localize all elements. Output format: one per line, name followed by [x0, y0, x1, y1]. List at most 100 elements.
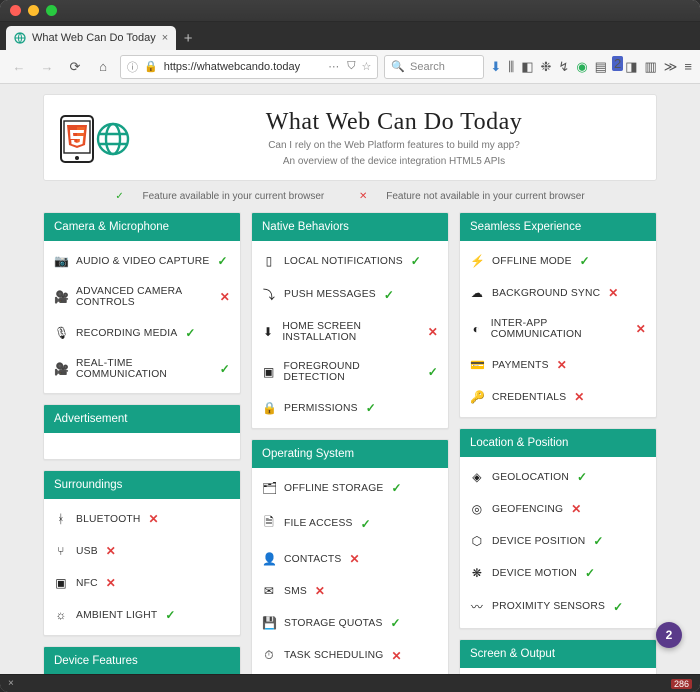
feature-label: GEOLOCATION [492, 472, 569, 483]
card: Screen & Output▣VIRTUAL & AUGMENTED REAL… [459, 639, 657, 674]
feature-icon: ⬇ [262, 325, 274, 339]
feature-item[interactable]: 🔒PERMISSIONS✓ [252, 392, 448, 424]
overflow-icon[interactable]: ≫ [664, 59, 678, 75]
sidebar-icon[interactable]: ◨ [625, 59, 637, 75]
x-icon: ✕ [608, 286, 618, 300]
page-viewport[interactable]: What Web Can Do Today Can I rely on the … [0, 84, 700, 674]
feature-icon: 🗎 [262, 513, 276, 534]
home-button[interactable]: ⌂ [92, 56, 114, 78]
extension-icon[interactable]: ↯ [558, 59, 569, 75]
card-body: 🗂OFFLINE STORAGE✓ 🗎 FILE ACCESS ✓ 👤CONTACTS✕… [252, 468, 448, 674]
search-box[interactable]: 🔍 Search [384, 55, 484, 79]
feature-label: OFFLINE MODE [492, 256, 572, 267]
x-icon: ✕ [106, 544, 116, 558]
x-icon: ✕ [571, 502, 581, 516]
extension-icon[interactable]: ◉ [576, 59, 587, 75]
feature-item[interactable]: 💳PAYMENTS✕ [460, 349, 656, 381]
feature-label: AMBIENT LIGHT [76, 610, 157, 621]
feature-item[interactable]: ⬇ HOME SCREEN INSTALLATION ✕ [252, 312, 448, 352]
feature-item[interactable]: ▣FOREGROUND DETECTION✓ [252, 352, 448, 392]
feature-icon: ◐ [470, 322, 483, 336]
feature-item[interactable]: 🗎FILE ACCESS✓ [252, 504, 448, 543]
feature-item[interactable]: 💾STORAGE QUOTAS✓ [252, 607, 448, 639]
feature-icon: 🔒 [262, 401, 276, 415]
card: SurroundingsᚼBLUETOOTH✕⑂USB✕▣NFC✕☼AMBIEN… [43, 470, 241, 636]
feature-icon: ⤵ [262, 286, 276, 303]
check-icon: ✓ [580, 254, 590, 268]
feature-item[interactable]: ▣NFC✕ [44, 567, 240, 599]
status-close[interactable]: × [8, 678, 14, 689]
feature-item[interactable]: ▣VIRTUAL & AUGMENTED REALITY✕ [460, 672, 656, 674]
feature-item[interactable]: ⬡DEVICE POSITION✓ [460, 525, 656, 557]
feature-item[interactable]: 🔑CREDENTIALS✕ [460, 381, 656, 413]
menu-icon[interactable]: ≡ [684, 59, 692, 74]
feature-label: DEVICE MOTION [492, 568, 577, 579]
feature-item[interactable]: 🎙RECORDING MEDIA✓ [44, 317, 240, 349]
feature-item[interactable]: 👤CONTACTS✕ [252, 543, 448, 575]
feature-label: FILE ACCESS [284, 518, 353, 529]
feature-label: HOME SCREEN INSTALLATION [282, 321, 419, 343]
maximize-window-button[interactable] [46, 5, 57, 16]
check-icon: ✓ [218, 254, 228, 268]
feature-label: PERMISSIONS [284, 403, 358, 414]
feature-item[interactable]: ⚡OFFLINE MODE✓ [460, 245, 656, 277]
feature-item[interactable]: ☁BACKGROUND SYNC✕ [460, 277, 656, 309]
card-body: ▣VIRTUAL & AUGMENTED REALITY✕⛶FULLSCREEN… [460, 668, 656, 674]
page-actions-icon[interactable]: ⋯ [328, 60, 341, 73]
feature-item[interactable]: ◈GEOLOCATION✓ [460, 461, 656, 493]
hero-logo [60, 115, 130, 163]
x-icon: ✕ [359, 191, 367, 202]
feature-item[interactable]: ⤵PUSH MESSAGES✓ [252, 277, 448, 312]
feature-item[interactable]: 🎥ADVANCED CAMERA CONTROLS✕ [44, 277, 240, 317]
card: Device Features◎NETWORK TYPE & SPEED✕◢ON… [43, 646, 241, 674]
close-tab-button[interactable]: × [162, 32, 168, 44]
feature-icon: ▣ [262, 365, 276, 379]
download-icon[interactable]: ⬇ [490, 59, 501, 75]
lock-icon: 🔒 [144, 60, 158, 73]
back-button[interactable]: ← [8, 56, 30, 78]
extension-icon[interactable]: ▤2 [595, 59, 619, 75]
shield-icon[interactable]: ⛉ [347, 60, 355, 73]
extension-icon[interactable]: ❉ [541, 59, 552, 75]
feature-item[interactable]: ⏱TASK SCHEDULING✕ [252, 639, 448, 672]
feature-label: PAYMENTS [492, 360, 549, 371]
x-icon: ✕ [428, 325, 438, 339]
feature-item[interactable]: ◎GEOFENCING✕ [460, 493, 656, 525]
check-icon: ✓ [613, 600, 623, 614]
new-tab-button[interactable]: + [176, 26, 200, 50]
check-icon: ✓ [391, 616, 401, 630]
library-icon[interactable]: ⫼ [508, 59, 514, 75]
info-icon[interactable]: ⓘ [127, 59, 138, 75]
containers-icon[interactable]: ▥ [645, 59, 657, 75]
feature-label: NFC [76, 578, 98, 589]
card: Location & Position◈GEOLOCATION✓◎GEOFENC… [459, 428, 657, 629]
extension-icon[interactable]: ◧ [521, 59, 533, 75]
feature-item[interactable]: ⑂USB✕ [44, 535, 240, 567]
card: Advertisement [43, 404, 241, 460]
feature-item[interactable]: 🎥REAL-TIME COMMUNICATION✓ [44, 349, 240, 389]
feature-item[interactable]: ◐INTER-APP COMMUNICATION✕ [460, 309, 656, 349]
minimize-window-button[interactable] [28, 5, 39, 16]
feature-item[interactable]: ☼AMBIENT LIGHT✓ [44, 599, 240, 631]
address-bar[interactable]: ⓘ 🔒 https://whatwebcando.today ⋯ ⛉ ☆ [120, 55, 378, 79]
feature-item[interactable]: 🗂OFFLINE STORAGE✓ [252, 472, 448, 504]
feature-icon: ᚼ [54, 512, 68, 526]
floating-badge[interactable]: 2 [656, 622, 682, 648]
feature-item[interactable]: ᚼBLUETOOTH✕ [44, 503, 240, 535]
feature-item[interactable]: 📷AUDIO & VIDEO CAPTURE✓ [44, 245, 240, 277]
reload-button[interactable]: ⟳ [64, 56, 86, 78]
feature-item[interactable]: 〰PROXIMITY SENSORS✓ [460, 589, 656, 624]
feature-item[interactable]: ❋DEVICE MOTION✓ [460, 557, 656, 589]
feature-icon: 🔑 [470, 390, 484, 404]
feature-label: OFFLINE STORAGE [284, 483, 384, 494]
forward-button[interactable]: → [36, 56, 58, 78]
close-window-button[interactable] [10, 5, 21, 16]
tab-title: What Web Can Do Today [32, 32, 156, 44]
bookmark-star-icon[interactable]: ☆ [361, 60, 371, 73]
feature-icon: ◈ [470, 470, 484, 484]
active-tab[interactable]: What Web Can Do Today × [6, 26, 176, 50]
status-count[interactable]: 286 [671, 679, 692, 689]
feature-item[interactable]: ▯LOCAL NOTIFICATIONS✓ [252, 245, 448, 277]
window-controls [10, 5, 57, 16]
feature-item[interactable]: ✉SMS✕ [252, 575, 448, 607]
